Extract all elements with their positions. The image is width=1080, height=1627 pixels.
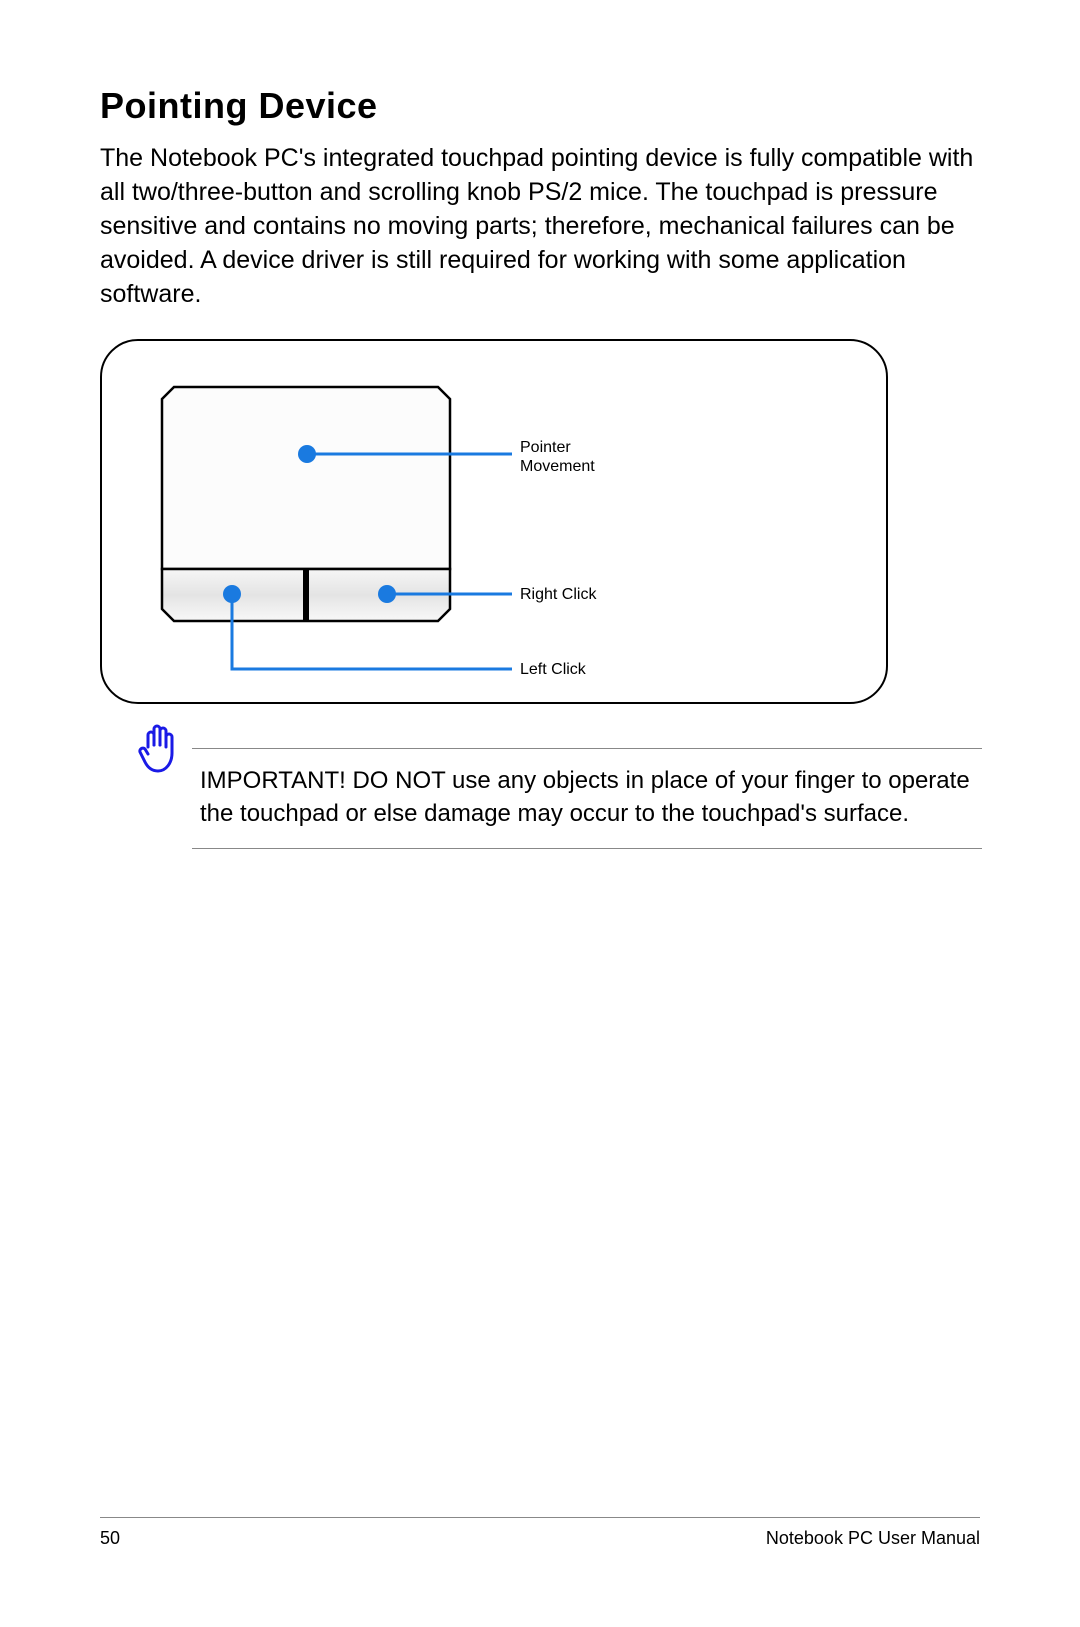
manual-title: Notebook PC User Manual bbox=[766, 1528, 980, 1549]
body-paragraph: The Notebook PC's integrated touchpad po… bbox=[100, 141, 980, 311]
label-left-click: Left Click bbox=[520, 660, 586, 679]
label-pointer-movement: Pointer Movement bbox=[520, 438, 595, 476]
label-pointer-movement-line1: Pointer bbox=[520, 439, 571, 456]
important-callout: IMPORTANT! DO NOT use any objects in pla… bbox=[192, 748, 982, 849]
page-number: 50 bbox=[100, 1528, 120, 1549]
page: Pointing Device The Notebook PC's integr… bbox=[0, 0, 1080, 1627]
page-title: Pointing Device bbox=[100, 85, 980, 127]
page-footer: 50 Notebook PC User Manual bbox=[100, 1517, 980, 1549]
label-right-click: Right Click bbox=[520, 585, 596, 604]
label-pointer-movement-line2: Movement bbox=[520, 458, 595, 475]
touchpad-diagram: Pointer Movement Right Click Left Click bbox=[100, 339, 888, 704]
hand-stop-icon bbox=[134, 723, 182, 780]
touchpad-svg bbox=[102, 341, 890, 706]
callout-text: IMPORTANT! DO NOT use any objects in pla… bbox=[200, 765, 982, 830]
